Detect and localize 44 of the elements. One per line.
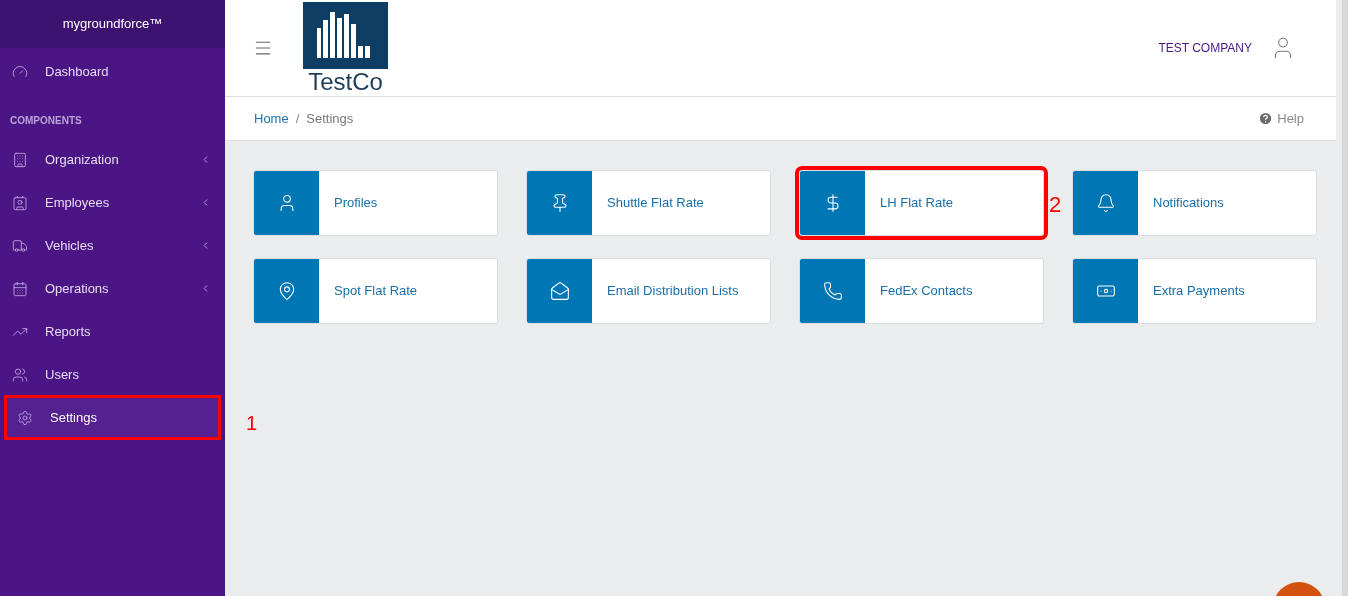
users-icon xyxy=(12,366,28,383)
phone-icon xyxy=(822,281,843,301)
sidebar-item[interactable]: Vehicles xyxy=(0,224,225,267)
card-label: Notifications xyxy=(1153,194,1224,213)
breadcrumb-separator: / xyxy=(295,109,300,128)
settings-card[interactable]: FedEx Contacts xyxy=(799,258,1044,324)
sidebar-item[interactable]: Settings xyxy=(5,396,220,439)
sidebar-item[interactable]: Users xyxy=(0,353,225,396)
card-label: Email Distribution Lists xyxy=(607,282,739,301)
settings-card[interactable]: Profiles xyxy=(253,170,498,236)
card-label: Extra Payments xyxy=(1153,282,1245,301)
card-label: Profiles xyxy=(334,194,378,213)
annotation-number: 1 xyxy=(246,411,258,436)
sidebar-item[interactable]: Operations xyxy=(0,267,225,310)
gauge-icon xyxy=(12,63,28,80)
contact-card-icon xyxy=(12,194,28,211)
help-link[interactable]: Help xyxy=(1277,108,1304,129)
bell-icon xyxy=(1095,193,1116,213)
truck-icon xyxy=(12,237,28,254)
annotation-number: 2 xyxy=(1049,191,1062,219)
settings-icon xyxy=(17,409,33,426)
card-label: FedEx Contacts xyxy=(880,282,973,301)
settings-card[interactable]: Notifications xyxy=(1072,170,1317,236)
mail-icon xyxy=(549,281,570,301)
card-label: LH Flat Rate xyxy=(880,194,953,213)
section-heading: COMPONENTS xyxy=(9,114,83,128)
settings-card[interactable]: Spot Flat Rate xyxy=(253,258,498,324)
sidebar-item[interactable]: Reports xyxy=(0,310,225,353)
settings-card[interactable]: Email Distribution Lists xyxy=(526,258,771,324)
breadcrumb-link[interactable]: Home xyxy=(254,108,289,129)
brand-title: mygroundforce™ xyxy=(0,0,225,48)
calendar-icon xyxy=(12,280,28,297)
card-label: Shuttle Flat Rate xyxy=(607,194,704,213)
sidebar-item[interactable]: Dashboard xyxy=(0,50,225,93)
company-name[interactable]: TEST COMPANY xyxy=(1158,39,1252,57)
help-icon[interactable] xyxy=(1258,111,1274,126)
breadcrumb-current: Settings xyxy=(306,109,354,128)
logo-text: TestCo xyxy=(308,69,383,95)
building-icon xyxy=(12,151,28,168)
card-label: Spot Flat Rate xyxy=(334,282,418,301)
sidebar-item[interactable]: Employees xyxy=(0,181,225,224)
settings-card[interactable]: Extra Payments xyxy=(1072,258,1317,324)
settings-card[interactable]: Shuttle Flat Rate xyxy=(526,170,771,236)
sidebar-item[interactable]: Organization xyxy=(0,138,225,181)
